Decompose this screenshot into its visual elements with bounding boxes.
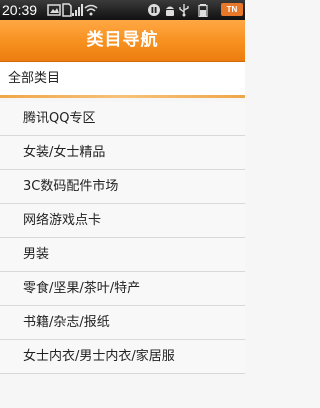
status-badge: TN bbox=[221, 3, 243, 16]
list-item[interactable]: 女装/女士精品 bbox=[0, 136, 245, 170]
list-item-label: 男装 bbox=[23, 247, 50, 262]
all-categories-row[interactable]: 全部类目 bbox=[0, 62, 245, 95]
list-item[interactable]: 零食/坚果/茶叶/特产 bbox=[0, 272, 245, 306]
list-item[interactable]: 男装 bbox=[0, 238, 245, 272]
image-icon bbox=[47, 3, 61, 17]
list-item-label: 腾讯QQ专区 bbox=[23, 111, 96, 126]
list-item[interactable]: 书籍/杂志/报纸 bbox=[0, 306, 245, 340]
usb-icon bbox=[177, 3, 191, 17]
section-divider bbox=[0, 95, 245, 98]
list-item[interactable]: 网络游戏点卡 bbox=[0, 204, 245, 238]
list-item-label: 书籍/杂志/报纸 bbox=[23, 315, 110, 330]
list-item-label: 3C数码配件市场 bbox=[23, 179, 119, 194]
list-item[interactable]: 腾讯QQ专区 bbox=[0, 102, 245, 136]
list-item-label: 网络游戏点卡 bbox=[23, 213, 102, 228]
signal-icon bbox=[71, 3, 85, 17]
android-icon bbox=[163, 3, 177, 17]
wifi-icon bbox=[84, 3, 98, 17]
list-item-label: 女士内衣/男士内衣/家居服 bbox=[23, 349, 175, 364]
page-title: 类目导航 bbox=[86, 30, 159, 50]
battery-icon bbox=[196, 3, 210, 17]
header-bar: 类目导航 bbox=[0, 20, 245, 62]
status-time: 20:39 bbox=[2, 2, 38, 18]
pause-icon bbox=[147, 3, 161, 17]
list-item-label: 女装/女士精品 bbox=[23, 145, 106, 160]
all-categories-label: 全部类目 bbox=[8, 71, 61, 86]
status-bar: 20:39 TN bbox=[0, 0, 245, 20]
list-item-label: 零食/坚果/茶叶/特产 bbox=[23, 281, 141, 296]
category-list: 腾讯QQ专区 女装/女士精品 3C数码配件市场 网络游戏点卡 男装 零食/坚果/… bbox=[0, 102, 245, 374]
list-item[interactable]: 3C数码配件市场 bbox=[0, 170, 245, 204]
list-item[interactable]: 女士内衣/男士内衣/家居服 bbox=[0, 340, 245, 374]
